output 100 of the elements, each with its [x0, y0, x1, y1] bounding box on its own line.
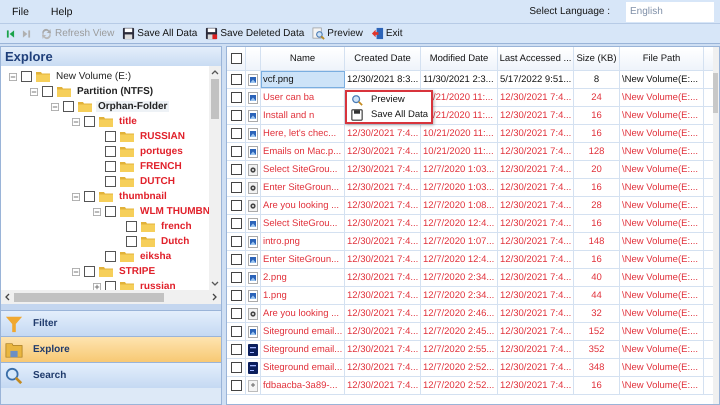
scroll-up-icon[interactable] — [211, 69, 219, 75]
tree-item[interactable]: Orphan-Folder — [96, 101, 170, 112]
row-checkbox[interactable] — [230, 326, 242, 337]
row-checkbox[interactable] — [230, 254, 242, 265]
row-checkbox[interactable] — [230, 308, 242, 319]
row-checkbox[interactable] — [230, 290, 242, 301]
scrollbar[interactable] — [713, 47, 719, 404]
row-checkbox[interactable] — [230, 344, 242, 355]
file-name-cell[interactable]: fdbaacba-3a89-... — [261, 377, 345, 394]
tree-item[interactable]: Partition (NTFS) — [75, 86, 156, 97]
menu-item[interactable]: Help — [50, 6, 73, 18]
file-name-cell[interactable]: Siteground email... — [261, 323, 345, 340]
tree-item[interactable]: title — [117, 116, 139, 127]
checkbox[interactable] — [105, 146, 116, 157]
first-record-icon[interactable] — [6, 28, 15, 38]
file-name-cell[interactable]: Emails on Mac.p... — [261, 143, 345, 160]
tree-item[interactable]: thumbnail — [117, 191, 169, 202]
file-name-cell[interactable]: 2.png — [261, 269, 345, 286]
checkbox[interactable] — [105, 206, 116, 217]
column-header[interactable]: Size (KB) — [574, 47, 620, 70]
checkbox[interactable] — [105, 281, 116, 290]
column-header[interactable]: Modified Date — [421, 47, 498, 70]
filter-tab[interactable]: Filter — [1, 310, 221, 336]
tree-item[interactable]: WLM THUMBN — [138, 206, 209, 217]
checkbox[interactable] — [42, 86, 53, 97]
scroll-thumb[interactable] — [713, 73, 718, 113]
row-checkbox[interactable] — [230, 182, 242, 193]
file-name-cell[interactable]: Enter SiteGroun... — [261, 251, 345, 268]
scrollbar[interactable] — [209, 66, 221, 290]
expander-icon[interactable] — [51, 102, 59, 110]
expander-icon[interactable] — [30, 88, 38, 96]
column-header[interactable]: Created Date — [345, 47, 421, 70]
checkbox[interactable] — [126, 236, 137, 247]
exit-button[interactable]: Exit — [368, 24, 405, 42]
tree-item[interactable]: RUSSIAN — [138, 131, 188, 142]
row-checkbox[interactable] — [230, 146, 242, 157]
row-checkbox[interactable] — [230, 362, 242, 373]
expander-icon[interactable] — [9, 72, 17, 80]
row-checkbox[interactable] — [230, 110, 242, 121]
scrollbar[interactable] — [1, 290, 221, 304]
file-name-cell[interactable]: 1.png — [261, 287, 345, 304]
file-name-cell[interactable]: intro.png — [261, 233, 345, 250]
checkbox[interactable] — [21, 71, 32, 82]
checkbox[interactable] — [84, 266, 95, 277]
tree-item[interactable]: FRENCH — [138, 161, 184, 172]
file-name-cell[interactable]: Are you looking ... — [261, 305, 345, 322]
expander-icon[interactable] — [72, 118, 80, 126]
file-name-cell[interactable]: vcf.png — [261, 71, 345, 88]
checkbox[interactable] — [126, 221, 137, 232]
file-name-cell[interactable]: Select SiteGrou... — [261, 161, 345, 178]
tree-item[interactable]: Dutch — [159, 236, 192, 247]
row-checkbox[interactable] — [230, 200, 242, 211]
file-name-cell[interactable]: Are you looking ... — [261, 197, 345, 214]
expander-icon[interactable] — [72, 268, 80, 276]
tree-item[interactable]: french — [159, 221, 194, 232]
tree-item[interactable]: STRIPE — [117, 266, 158, 277]
menu-item[interactable]: File — [12, 6, 29, 18]
row-checkbox[interactable] — [230, 272, 242, 283]
scroll-thumb[interactable] — [211, 79, 219, 119]
save-button[interactable]: Save All Data — [120, 24, 200, 42]
language-field[interactable]: English — [626, 2, 714, 22]
expander-icon[interactable] — [93, 208, 101, 216]
search-tab[interactable]: Search — [1, 362, 221, 388]
row-checkbox[interactable] — [230, 380, 242, 391]
row-checkbox[interactable] — [230, 218, 242, 229]
save-deleted-button[interactable]: Save Deleted Data — [203, 24, 306, 42]
file-name-cell[interactable]: Here, let's chec... — [261, 125, 345, 142]
scroll-thumb[interactable] — [14, 292, 164, 302]
preview-button[interactable]: Preview — [310, 24, 365, 42]
row-checkbox[interactable] — [230, 128, 242, 139]
checkbox[interactable] — [84, 116, 95, 127]
tree-item[interactable]: New Volume (E:) — [54, 71, 134, 82]
column-header[interactable]: Last Accessed ... — [498, 47, 574, 70]
checkbox[interactable] — [84, 191, 95, 202]
tree-item[interactable]: russian — [138, 281, 178, 290]
checkbox[interactable] — [105, 251, 116, 262]
row-checkbox[interactable] — [230, 236, 242, 247]
tree-item[interactable]: portuges — [138, 146, 185, 157]
tree-item[interactable]: DUTCH — [138, 176, 177, 187]
file-name-cell[interactable]: Select SiteGrou... — [261, 215, 345, 232]
file-name-cell[interactable]: Siteground email... — [261, 359, 345, 376]
row-checkbox[interactable] — [230, 164, 242, 175]
file-name-cell[interactable]: Enter SiteGroun... — [261, 179, 345, 196]
expander-icon[interactable] — [72, 192, 80, 200]
scroll-left-icon[interactable] — [4, 293, 10, 301]
expander-icon[interactable] — [93, 282, 101, 290]
row-checkbox[interactable] — [230, 92, 242, 103]
file-name-cell[interactable]: Siteground email... — [261, 341, 345, 358]
scroll-right-icon[interactable] — [212, 293, 218, 301]
scroll-down-icon[interactable] — [211, 281, 219, 287]
column-header[interactable]: File Path — [620, 47, 704, 70]
explore-tab[interactable]: Explore — [1, 336, 221, 362]
checkbox[interactable] — [105, 131, 116, 142]
checkbox[interactable] — [63, 101, 74, 112]
checkbox[interactable] — [105, 176, 116, 187]
column-header[interactable]: Name — [261, 47, 345, 70]
checkbox[interactable] — [105, 161, 116, 172]
row-checkbox[interactable] — [230, 74, 242, 85]
tree-item[interactable]: eiksha — [138, 251, 174, 262]
select-all-checkbox[interactable] — [230, 53, 242, 64]
